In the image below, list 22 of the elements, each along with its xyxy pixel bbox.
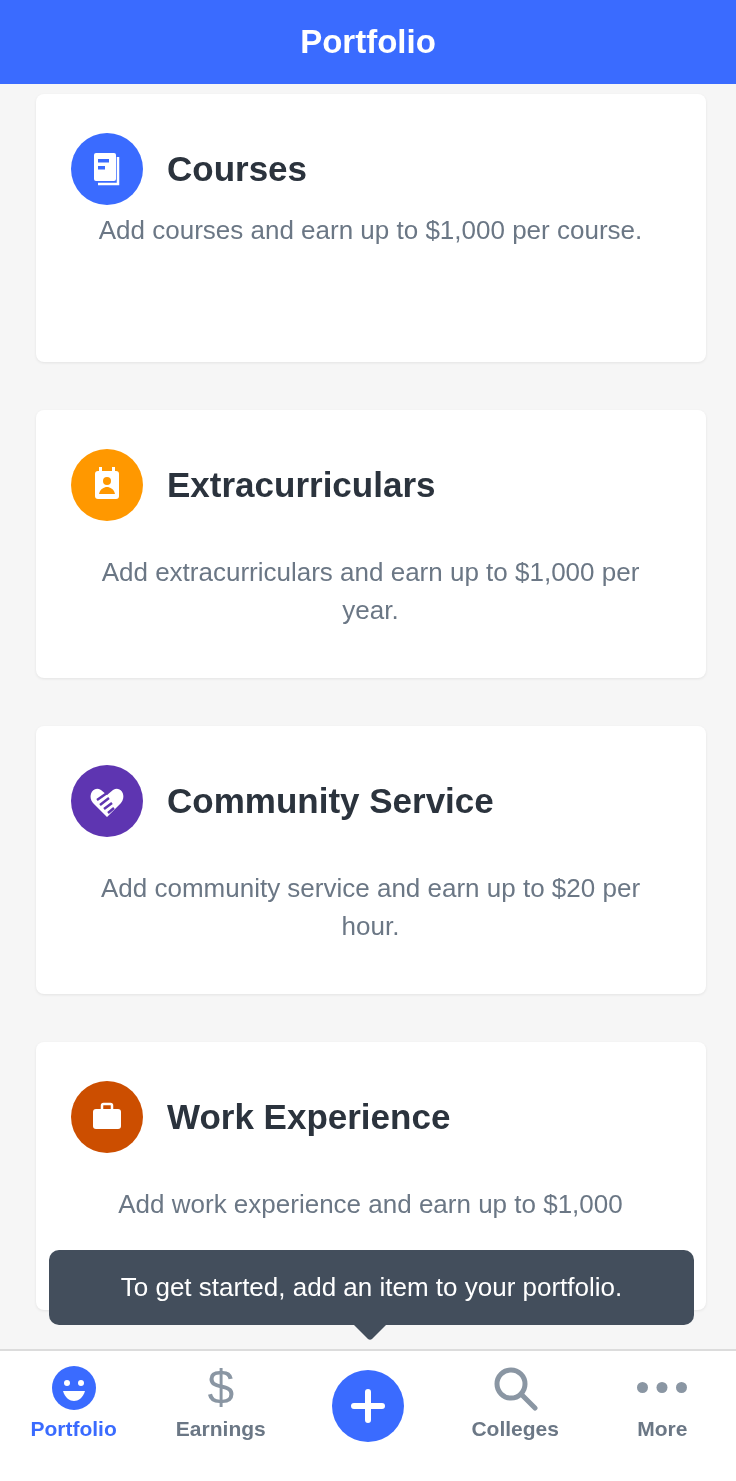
portfolio-card[interactable]: Extracurriculars Add extracurriculars and earn up to $1,000 per year. [36, 410, 706, 678]
smiley-icon [50, 1365, 97, 1411]
tooltip-text: To get started, add an item to your portfolio. [120, 1272, 623, 1303]
nav-tab[interactable]: $ Earnings [147, 1351, 295, 1481]
card-title: Work Experience [167, 1097, 451, 1137]
card-description: Add work experience and earn up to $1,000 [117, 1188, 624, 1221]
card-title: Courses [167, 149, 308, 189]
card-title: Community Service [167, 781, 494, 821]
nav-tab[interactable]: More [588, 1351, 736, 1481]
more-icon [637, 1382, 688, 1393]
card-description: Add extracurriculars and earn up to $1,000 per year. [100, 556, 641, 627]
portfolio-card[interactable]: Courses Add courses and earn up to $1,000 per course. [36, 94, 706, 362]
search-icon [492, 1365, 539, 1411]
card-title: Extracurriculars [167, 465, 436, 505]
plus-icon [332, 1370, 404, 1442]
header-title: Portfolio [300, 23, 436, 61]
nav-tab[interactable]: Portfolio [0, 1351, 148, 1481]
card-description: Add community service and earn up to $20 per hour. [99, 872, 642, 943]
portfolio-card[interactable]: Community Service Add community service and earn up to $20 per hour. [36, 726, 706, 994]
dollar-icon: $ [207, 1365, 235, 1411]
card-description: Add courses and earn up to $1,000 per course. [97, 214, 644, 247]
nav-tab[interactable]: Colleges [441, 1351, 589, 1481]
